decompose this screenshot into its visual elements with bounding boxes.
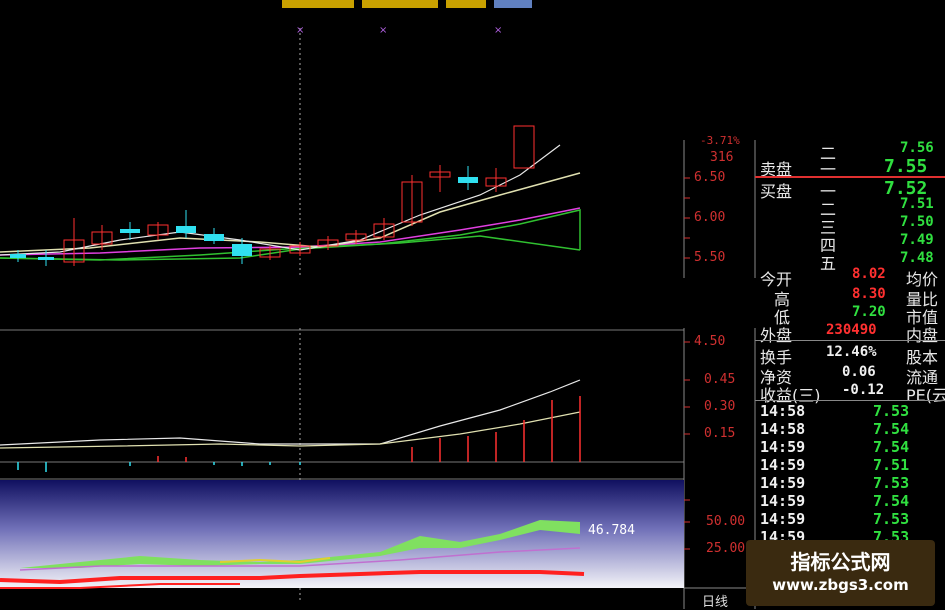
redaction-block-top [535, 0, 945, 140]
indicator-axis-label: 25.00 [706, 541, 746, 556]
price-axis-label: 6.50 [694, 170, 726, 185]
tick-row: 14:59 7.54 [760, 438, 910, 456]
svg-text:×: × [379, 25, 387, 36]
watermark-logo: 指标公式网 www.zbgs3.com [746, 540, 935, 606]
volume-axis-label: 0.30 [704, 399, 736, 414]
tick-row: 14:58 7.54 [760, 420, 910, 438]
tick-row: 14:59 7.51 [760, 456, 910, 474]
price-axis-label: 5.50 [694, 250, 726, 265]
price-axis-label: 4.50 [694, 334, 726, 349]
svg-text:×: × [296, 25, 304, 36]
tick-row: 14:58 7.53 [760, 402, 910, 420]
volume-axis-label: 0.45 [704, 372, 736, 387]
period-label[interactable]: 日线 [702, 591, 728, 610]
redaction-block-mid2 [684, 278, 760, 328]
price-axis-label: 6.00 [694, 210, 726, 225]
indicator-axis-label: 50.00 [706, 514, 746, 529]
indicator-current-value: 46.784 [588, 523, 635, 538]
tick-row: 14:59 7.54 [760, 492, 910, 510]
header-pct: -3.71% [700, 134, 740, 147]
redaction-block-mid [164, 278, 684, 328]
svg-text:×: × [494, 25, 502, 36]
tick-row: 14:59 7.53 [760, 474, 910, 492]
buy-label: 买盘 [760, 182, 793, 201]
header-value: 316 [710, 150, 734, 165]
tick-row: 14:59 7.53 [760, 510, 910, 528]
volume-axis-label: 0.15 [704, 426, 736, 441]
